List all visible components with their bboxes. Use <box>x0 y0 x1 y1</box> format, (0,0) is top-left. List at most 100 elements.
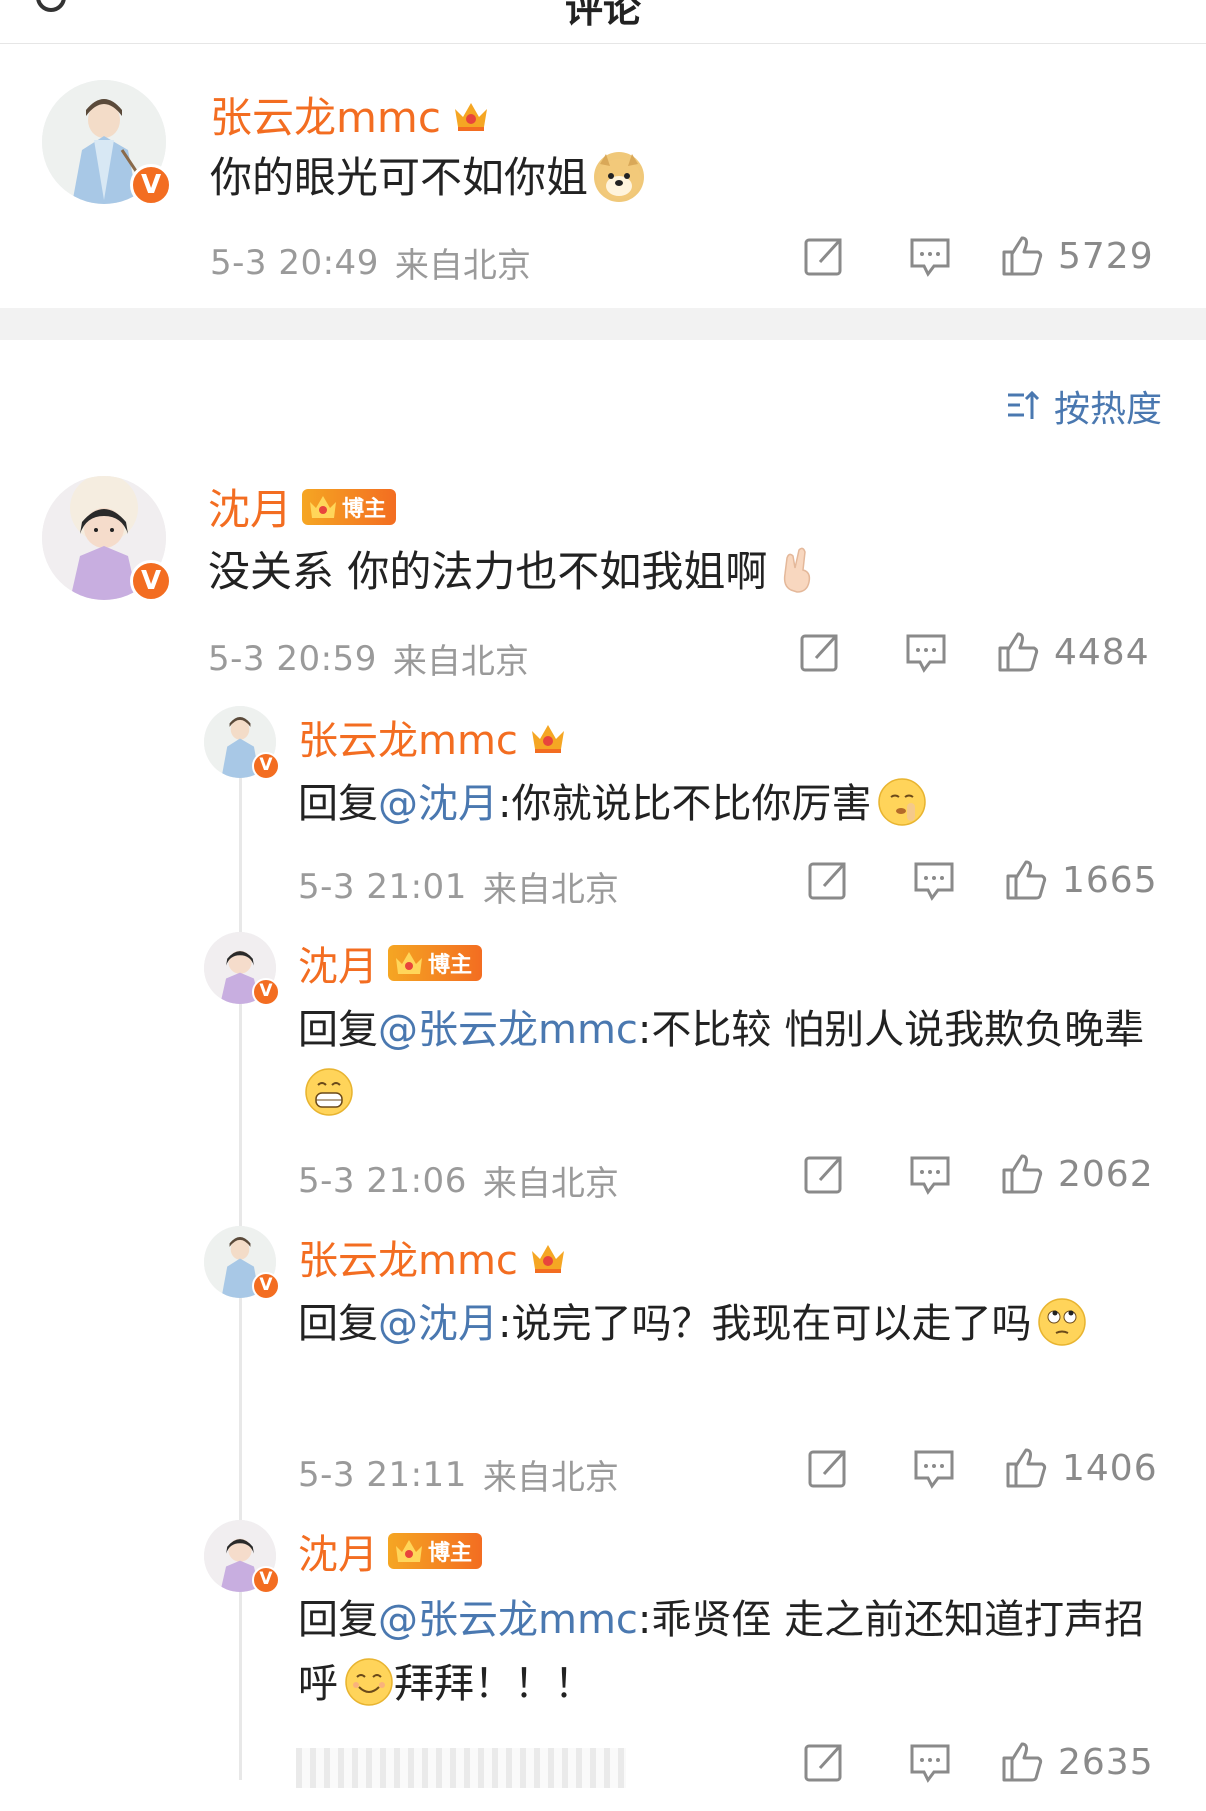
share-icon <box>808 1450 846 1488</box>
reply-text: 回复@张云龙mmc:不比较 怕别人说我欺负晚辈 <box>298 998 1158 1126</box>
username[interactable]: 沈月 博主 <box>208 476 397 537</box>
reply-button[interactable] <box>908 1740 952 1784</box>
author-badge-label: 博主 <box>428 1541 473 1566</box>
username-text: 沈月 <box>298 944 378 990</box>
like-button[interactable]: 4484 <box>996 630 1150 674</box>
reply-meta: 5-3 21:01 来自北京 <box>298 862 619 911</box>
share-button[interactable] <box>806 1446 850 1490</box>
comment-icon <box>914 862 954 901</box>
doge-emoji-icon <box>594 151 645 202</box>
crown-icon <box>396 952 422 974</box>
eye-roll-emoji-icon <box>1037 1297 1087 1347</box>
reply-actions: 2635 <box>802 1740 1154 1784</box>
page-title: 评论 <box>564 0 641 31</box>
username[interactable]: 沈月 博主 <box>298 934 483 992</box>
share-button[interactable] <box>802 1152 846 1196</box>
like-button[interactable]: 1665 <box>1004 858 1158 902</box>
crown-icon <box>528 1237 568 1277</box>
thumbs-up-icon <box>1002 1742 1043 1782</box>
comment-icon <box>910 1744 950 1783</box>
mention-link[interactable]: @沈月 <box>378 781 498 827</box>
comment-text: 你的眼光可不如你姐 <box>210 146 645 210</box>
sort-label: 按热度 <box>1053 389 1162 430</box>
share-button[interactable] <box>802 234 846 278</box>
mention-link[interactable]: @张云龙mmc <box>378 1597 638 1643</box>
like-button[interactable]: 5729 <box>1000 234 1154 278</box>
comment-meta: 5-3 20:49 来自北京 <box>210 238 531 287</box>
top-bar: 评论 <box>0 0 1206 44</box>
thumbs-up-icon <box>1002 236 1043 276</box>
timestamp: 5-3 21:06 <box>298 1160 467 1201</box>
reply-button[interactable] <box>908 1152 952 1196</box>
thumbs-up-icon <box>998 632 1039 672</box>
obscured-meta <box>296 1748 626 1788</box>
reply-actions: 1406 <box>806 1446 1158 1490</box>
reply-text: 回复@沈月:说完了吗？我现在可以走了吗 <box>298 1292 1158 1356</box>
reply-button[interactable] <box>912 1446 956 1490</box>
mention-link[interactable]: @沈月 <box>378 1301 498 1347</box>
reply-button[interactable] <box>904 630 948 674</box>
verified-badge-icon: V <box>252 752 280 780</box>
reply-button[interactable] <box>912 858 956 902</box>
share-button[interactable] <box>798 630 842 674</box>
reply-meta: 5-3 21:06 来自北京 <box>298 1156 619 1205</box>
avatar[interactable]: V <box>204 932 280 1006</box>
like-count: 1665 <box>1062 859 1158 901</box>
reply-text-content: :说完了吗？我现在可以走了吗 <box>498 1301 1032 1347</box>
share-icon <box>804 1156 842 1194</box>
share-icon <box>804 238 842 276</box>
share-icon <box>800 634 838 672</box>
author-badge: 博主 <box>388 1533 483 1569</box>
sort-button[interactable]: 按热度 <box>1004 380 1162 432</box>
like-button[interactable]: 1406 <box>1004 1446 1158 1490</box>
like-button[interactable]: 2635 <box>1000 1740 1154 1784</box>
timestamp: 5-3 20:59 <box>208 638 377 679</box>
reply-actions: 2062 <box>802 1152 1154 1196</box>
comment-icon <box>906 634 946 673</box>
crown-icon <box>396 1540 422 1562</box>
crown-icon <box>528 717 568 757</box>
comment-actions: 5729 <box>802 234 1154 278</box>
reply-text: 回复@张云龙mmc:乖贤侄 走之前还知道打声招呼 拜拜！！！ <box>298 1588 1158 1716</box>
username[interactable]: 沈月 博主 <box>298 1522 483 1580</box>
mention-link[interactable]: @张云龙mmc <box>378 1007 638 1053</box>
username[interactable]: 张云龙mmc <box>298 708 568 766</box>
location: 来自北京 <box>482 1164 619 1204</box>
reply-prefix: 回复 <box>298 1301 378 1347</box>
share-button[interactable] <box>806 858 850 902</box>
like-count: 4484 <box>1054 631 1150 673</box>
reply-button[interactable] <box>908 234 952 278</box>
avatar[interactable]: V <box>42 476 172 602</box>
reply-text-content: :你就说比不比你厉害 <box>498 781 872 827</box>
crown-icon <box>310 495 337 518</box>
reply-text: 回复@沈月:你就说比不比你厉害 <box>298 772 1158 836</box>
avatar[interactable]: V <box>204 1226 280 1300</box>
crown-icon <box>451 95 491 135</box>
like-button[interactable]: 2062 <box>1000 1152 1154 1196</box>
crossed-fingers-emoji-icon <box>773 546 823 596</box>
reply-meta: 5-3 21:11 来自北京 <box>298 1450 619 1499</box>
comment-actions: 4484 <box>798 630 1150 674</box>
verified-badge-icon: V <box>252 1272 280 1300</box>
avatar[interactable]: V <box>42 80 172 206</box>
username[interactable]: 张云龙mmc <box>210 84 491 145</box>
share-icon <box>804 1744 842 1782</box>
avatar[interactable]: V <box>204 706 280 780</box>
section-divider <box>0 308 1206 340</box>
like-count: 1406 <box>1062 1447 1158 1489</box>
comment-text-content: 没关系 你的法力也不如我姐啊 <box>208 547 768 596</box>
location: 来自北京 <box>392 642 529 682</box>
location: 来自北京 <box>482 870 619 910</box>
reply-text-tail: 拜拜！！！ <box>394 1661 594 1707</box>
avatar[interactable]: V <box>204 1520 280 1594</box>
reply-prefix: 回复 <box>298 1597 378 1643</box>
comment-icon <box>910 238 950 277</box>
grin-emoji-icon <box>304 1067 354 1117</box>
comment-text-content: 你的眼光可不如你姐 <box>210 153 589 202</box>
author-badge: 博主 <box>388 945 483 981</box>
share-button[interactable] <box>802 1740 846 1784</box>
verified-badge-icon: V <box>252 1566 280 1594</box>
author-badge: 博主 <box>302 488 397 525</box>
comment-icon <box>910 1156 950 1195</box>
username[interactable]: 张云龙mmc <box>298 1228 568 1286</box>
